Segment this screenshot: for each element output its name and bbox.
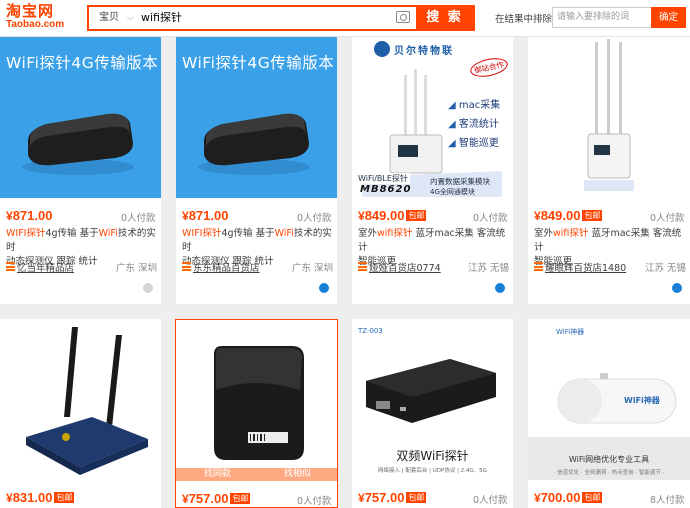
router-image [22, 113, 134, 175]
location: 江苏 无锡 [645, 263, 687, 274]
product-card[interactable]: ¥831.00 包邮 [0, 319, 161, 508]
price: ¥757.00 包邮 [182, 491, 251, 506]
chevron-down-icon: ⌵ [127, 13, 134, 23]
feature-1: ◢ mac采集 [448, 100, 501, 111]
paid-count: 0人付款 [297, 496, 332, 507]
shop-name[interactable]: 忆当年精品店 [17, 260, 74, 274]
price: ¥871.00 [6, 208, 53, 223]
price: ¥849.00 包邮 [534, 208, 603, 223]
search-button[interactable]: 搜 索 [416, 7, 473, 29]
free-shipping-badge: 包邮 [230, 493, 251, 504]
outdoor-probe-image [584, 39, 634, 191]
shop-icon [358, 262, 367, 271]
free-shipping-badge: 包邮 [582, 210, 603, 221]
find-same-link[interactable]: 找同款 [204, 468, 231, 481]
price: ¥871.00 [182, 208, 229, 223]
product-image[interactable]: WiFi探针4G传输版本 [176, 37, 337, 198]
scope-label: 宝贝 [99, 12, 119, 23]
price: ¥700.00 包邮 [534, 490, 603, 505]
free-shipping-badge: 包邮 [582, 492, 603, 503]
paid-count: 0人付款 [473, 213, 508, 224]
free-shipping-badge: 包邮 [54, 492, 75, 503]
paid-count: 0人付款 [121, 213, 156, 224]
model-label: WiFi/BLE探针 [356, 173, 410, 184]
feature-2: ◢ 客流统计 [448, 119, 499, 130]
shop-icon [6, 262, 15, 271]
image-subtitle: · 信道优化 · 全网漏洞 · 热点查询 · 智能调节 · [553, 470, 665, 476]
product-card-hovered[interactable]: 找同款 找相似 ¥757.00 包邮 0人付款 [175, 319, 338, 508]
exclude-confirm-button[interactable]: 确定 [651, 7, 686, 28]
location: 广东 深圳 [116, 263, 158, 274]
product-image[interactable] [528, 37, 690, 198]
shop-name[interactable]: 东东精品百货店 [193, 260, 260, 274]
product-image[interactable]: 贝尔特物联 御站合作 ◢ mac采集 ◢ 客流统计 ◢ 智能巡更 WiFi/BL… [352, 37, 513, 198]
paid-count: 0人付款 [650, 213, 685, 224]
product-image[interactable] [0, 319, 161, 480]
black-probe-image [214, 346, 304, 460]
paid-count: 0人付款 [473, 495, 508, 506]
product-card[interactable]: TZ-003 双频WiFi探针 网络接入 | 配套后台 | UDP协议 | 2.… [352, 319, 513, 508]
router-image [198, 113, 310, 175]
search-box: 宝贝 ⌵ wifi探针 搜 索 [87, 5, 475, 31]
model-number: MB8620 [360, 184, 412, 195]
feature-3: ◢ 智能巡更 [448, 138, 499, 149]
product-card[interactable]: 贝尔特物联 御站合作 ◢ mac采集 ◢ 客流统计 ◢ 智能巡更 WiFi/BL… [352, 37, 513, 304]
price: ¥757.00 包邮 [358, 490, 427, 505]
sub-line-1: 内置数据采集模块 [430, 177, 490, 186]
paid-count: 8人付款 [650, 495, 685, 506]
price: ¥849.00 包邮 [358, 208, 427, 223]
wangwang-icon[interactable] [319, 283, 329, 293]
image-subtitle: 网络接入 | 配套后台 | UDP协议 | 2.4G、5G [378, 468, 487, 474]
image-title: 双频WiFi探针 [396, 449, 469, 463]
product-image[interactable]: 找同款 找相似 [176, 320, 337, 481]
search-input[interactable]: wifi探针 [141, 7, 391, 29]
product-card[interactable]: WiFi探针4G传输版本 ¥871.00 0人付款 WIFI探针4g传输 基于W… [0, 37, 161, 304]
free-shipping-badge: 包邮 [406, 210, 427, 221]
product-card[interactable]: WiFi探针4G传输版本 ¥871.00 0人付款 WIFI探针4g传输 基于W… [176, 37, 337, 304]
sub-line-2: 4G全网通模块 [430, 188, 475, 196]
taobao-logo[interactable]: 淘宝网 Taobao.com [6, 3, 72, 33]
search-header: 淘宝网 Taobao.com 宝贝 ⌵ wifi探针 搜 索 在结果中排除 请输入… [0, 0, 690, 37]
image-title: WiFi网络优化专业工具 [568, 455, 650, 464]
free-shipping-badge: 包邮 [406, 492, 427, 503]
shop-icon [534, 262, 543, 271]
shop-name[interactable]: 耀眼辉百货店1480 [545, 260, 626, 274]
product-card[interactable]: ¥849.00 包邮 0人付款 室外wifi探针 蓝牙mac采集 客流统计 智能巡更… [528, 37, 690, 304]
camera-icon[interactable] [396, 11, 410, 23]
location: 广东 深圳 [292, 263, 334, 274]
device-label: WiFi神器 [624, 396, 660, 405]
product-image[interactable]: WiFi神器 WiFi神器 WiFi网络优化专业工具 · 信道优化 · 全网漏洞… [528, 319, 690, 480]
product-image[interactable]: TZ-003 双频WiFi探针 网络接入 | 配套后台 | UDP协议 | 2.… [352, 319, 513, 480]
logo-text: 淘宝网 [6, 2, 55, 20]
hover-actions: 找同款 找相似 [176, 468, 337, 481]
shop-icon [182, 262, 191, 271]
exclude-input[interactable]: 请输入要排除的词 [552, 7, 654, 28]
exclude-label: 在结果中排除 [495, 14, 553, 25]
logo-domain: Taobao.com [6, 19, 65, 30]
brand-name: 贝尔特物联 [394, 46, 454, 57]
location: 江苏 无锡 [468, 263, 510, 274]
shop-name[interactable]: 娅娅百货店0774 [369, 260, 441, 274]
wangwang-icon[interactable] [495, 283, 505, 293]
price: ¥831.00 包邮 [6, 490, 75, 505]
search-scope-select[interactable]: 宝贝 ⌵ [89, 7, 137, 29]
product-image[interactable]: WiFi探针4G传输版本 [0, 37, 161, 198]
wangwang-icon[interactable] [672, 283, 682, 293]
find-similar-link[interactable]: 找相似 [284, 468, 311, 481]
wangwang-icon[interactable] [143, 283, 153, 293]
router-antenna-image [26, 327, 148, 475]
product-card[interactable]: WiFi神器 WiFi神器 WiFi网络优化专业工具 · 信道优化 · 全网漏洞… [528, 319, 690, 508]
paid-count: 0人付款 [297, 213, 332, 224]
